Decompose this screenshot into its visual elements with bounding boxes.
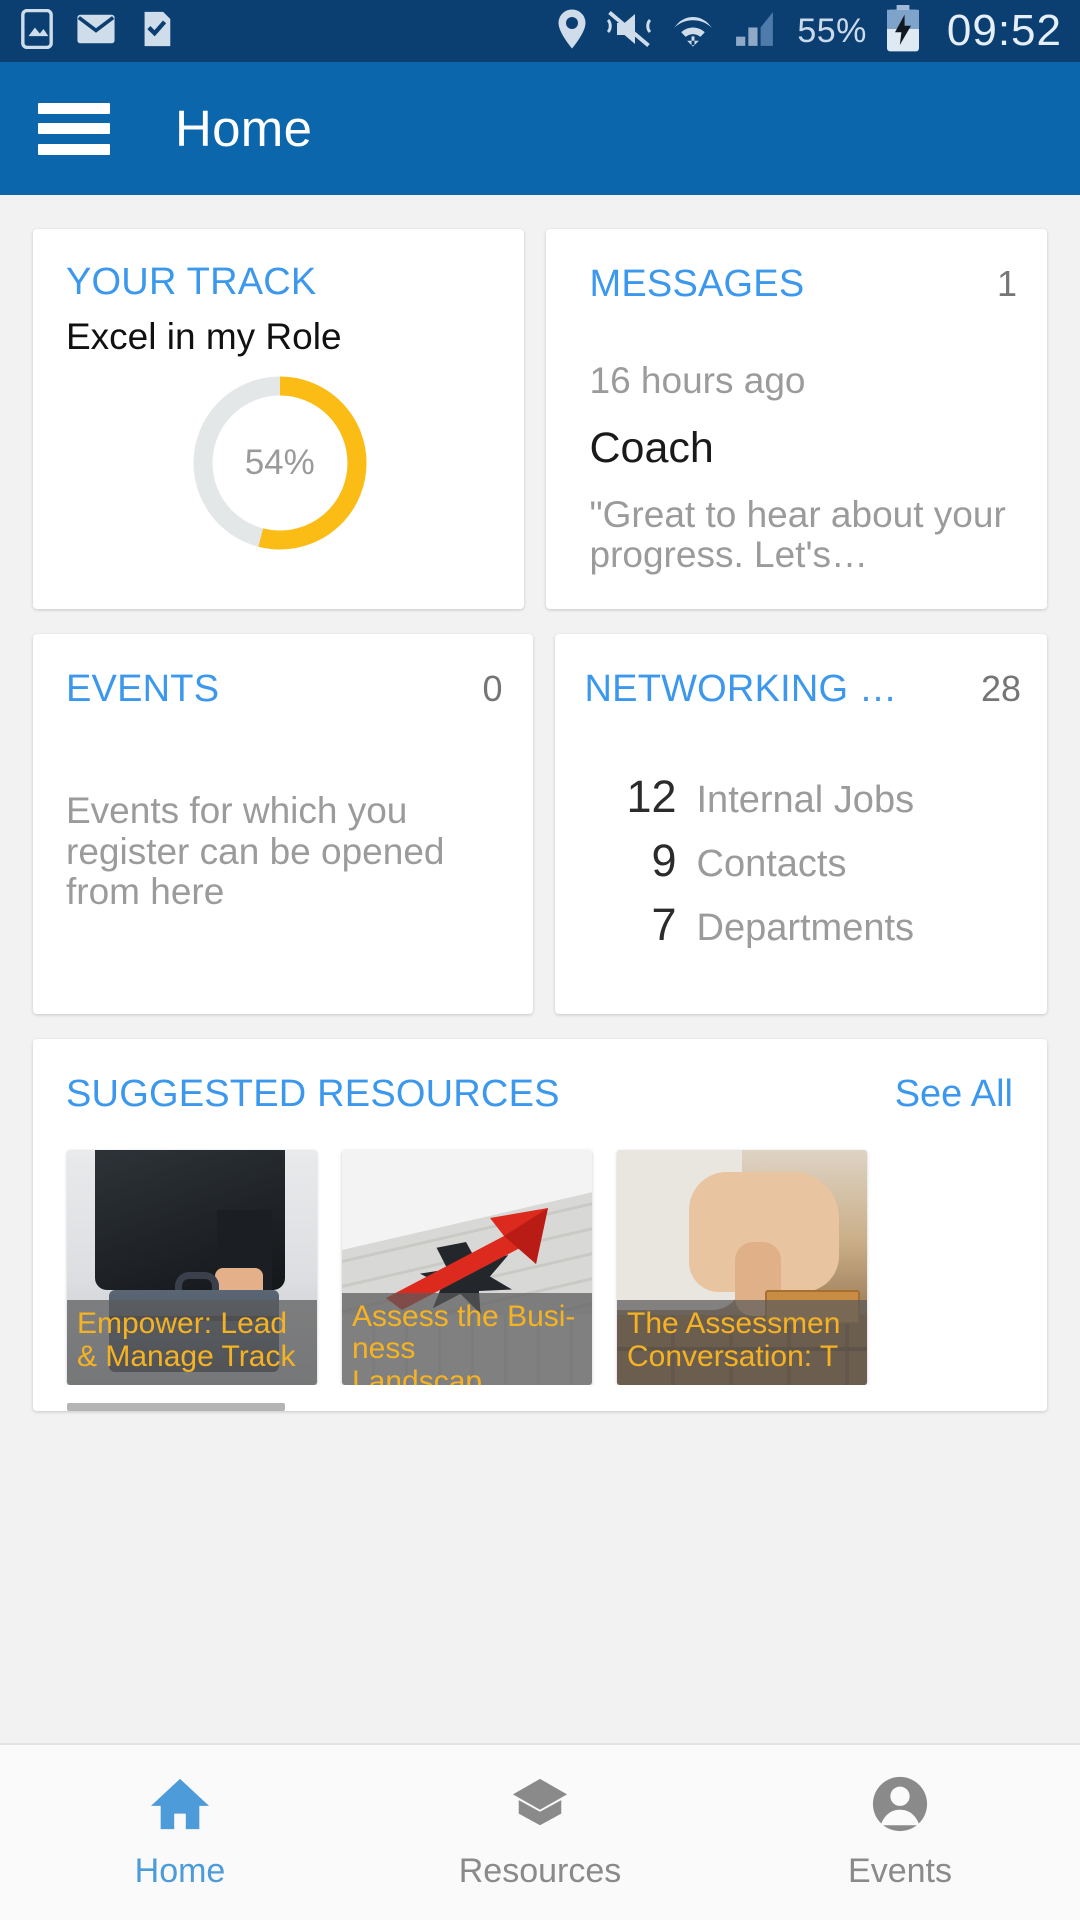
- see-all-link[interactable]: See All: [895, 1073, 1013, 1116]
- networking-title: NETWORKING …: [584, 668, 898, 710]
- graduation-cap-icon: [509, 1775, 571, 1838]
- battery-charging-icon: [885, 4, 921, 58]
- nav-label-resources: Resources: [458, 1851, 622, 1890]
- status-bar: 55% 09:52: [0, 0, 1080, 62]
- battery-percent-label: 55%: [797, 11, 867, 50]
- dashboard-content: YOUR TRACK Excel in my Role 54% MESSAGES…: [0, 195, 1080, 1743]
- message-preview: "Great to hear about your progress. Let'…: [589, 495, 1006, 575]
- resource-caption: Empower: Lead & Manage Track: [67, 1300, 317, 1385]
- suggested-resources-header: SUGGESTED RESOURCES See All: [33, 1073, 1047, 1116]
- resource-thumbnail-strip[interactable]: Empower: Lead & Manage Track Assess the …: [33, 1116, 1047, 1385]
- resource-caption: Assess the Busi-ness Landscap…: [342, 1293, 592, 1385]
- card-your-track[interactable]: YOUR TRACK Excel in my Role 54%: [33, 229, 524, 609]
- card-suggested-resources: SUGGESTED RESOURCES See All Empower: Lea…: [33, 1039, 1047, 1411]
- events-title: EVENTS: [66, 668, 220, 710]
- nav-label-home: Home: [134, 1851, 226, 1890]
- task-check-icon: [138, 9, 174, 54]
- page-title: Home: [175, 100, 313, 157]
- message-timestamp: 16 hours ago: [589, 360, 806, 401]
- nav-label-events: Events: [848, 1851, 952, 1890]
- image-icon: [20, 8, 54, 54]
- card-networking[interactable]: NETWORKING … 28 12 Internal Jobs 9 Conta…: [554, 634, 1047, 1014]
- bottom-navigation-bar: Home Resources Events: [0, 1743, 1080, 1920]
- cards-row-1: YOUR TRACK Excel in my Role 54% MESSAGES…: [33, 229, 1047, 609]
- wifi-icon: [671, 9, 715, 54]
- progress-percent-label: 54%: [244, 443, 315, 482]
- nav-item-events[interactable]: Events: [720, 1745, 1080, 1920]
- horizontal-scrollbar[interactable]: [67, 1403, 285, 1411]
- status-bar-left-icons: [20, 8, 174, 54]
- networking-value: 9: [651, 835, 677, 886]
- nav-item-resources[interactable]: Resources: [360, 1745, 720, 1920]
- cellular-signal-icon: [733, 9, 779, 54]
- messages-header: MESSAGES 1: [590, 263, 1018, 306]
- networking-stats-list: 12 Internal Jobs 9 Contacts 7 Department…: [585, 771, 1022, 951]
- location-pin-icon: [557, 8, 587, 55]
- email-icon: [76, 13, 116, 50]
- your-track-subtitle: Excel in my Role: [66, 316, 342, 357]
- list-item[interactable]: The Assessmen Conversation: T: [617, 1150, 867, 1385]
- list-item[interactable]: 7 Departments: [585, 899, 1022, 951]
- card-events[interactable]: EVENTS 0 Events for which you register c…: [33, 634, 533, 1014]
- list-item[interactable]: 9 Contacts: [585, 835, 1022, 887]
- status-bar-clock: 09:52: [946, 6, 1062, 55]
- status-bar-right-icons: 55% 09:52: [557, 4, 1062, 58]
- events-empty-message: Events for which you register can be ope…: [66, 790, 445, 913]
- events-header: EVENTS 0: [66, 668, 503, 711]
- networking-header: NETWORKING … 28: [585, 668, 1022, 711]
- messages-title: MESSAGES: [589, 263, 805, 305]
- resource-caption: The Assessmen Conversation: T: [617, 1300, 867, 1385]
- message-sender: Coach: [589, 424, 714, 472]
- app-bar: Home: [0, 62, 1080, 195]
- events-count: 0: [482, 668, 503, 709]
- messages-count: 1: [996, 263, 1017, 304]
- networking-count: 28: [980, 668, 1021, 709]
- networking-label: Contacts: [696, 843, 847, 885]
- hamburger-menu-icon[interactable]: [38, 102, 110, 155]
- suggested-resources-title: SUGGESTED RESOURCES: [66, 1073, 560, 1115]
- cards-row-2: EVENTS 0 Events for which you register c…: [33, 634, 1047, 1014]
- networking-value: 12: [626, 771, 677, 822]
- nav-item-home[interactable]: Home: [0, 1745, 360, 1920]
- list-item[interactable]: 12 Internal Jobs: [585, 771, 1022, 823]
- home-icon: [149, 1775, 211, 1838]
- networking-label: Departments: [696, 907, 915, 949]
- card-messages[interactable]: MESSAGES 1 16 hours ago Coach "Great to …: [545, 229, 1047, 609]
- networking-value: 7: [651, 899, 677, 950]
- person-circle-icon: [869, 1775, 931, 1838]
- progress-donut: 54%: [189, 372, 371, 554]
- list-item[interactable]: Assess the Busi-ness Landscap…: [342, 1150, 592, 1385]
- mute-vibrate-icon: [605, 9, 653, 54]
- networking-label: Internal Jobs: [696, 779, 915, 821]
- your-track-title: YOUR TRACK: [66, 261, 317, 303]
- progress-donut-wrapper: 54%: [66, 372, 494, 554]
- list-item[interactable]: Empower: Lead & Manage Track: [67, 1150, 317, 1385]
